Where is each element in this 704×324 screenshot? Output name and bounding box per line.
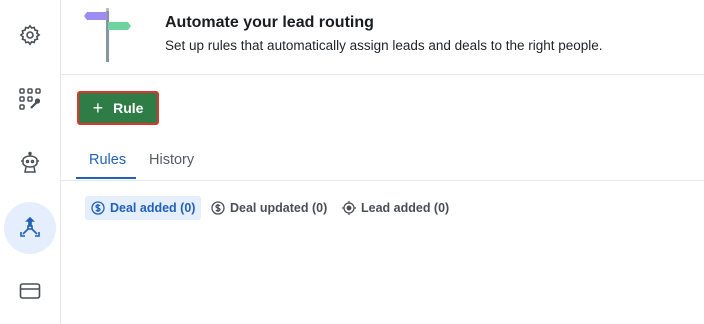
apps-tools-icon [19,88,41,110]
plus-icon: + [92,98,104,118]
banner-title: Automate your lead routing [165,14,374,31]
signpost-icon [84,8,131,62]
active-tab-indicator [76,177,136,179]
add-rule-label: Rule [113,100,144,116]
routing-icon [20,216,40,237]
filter-label: Lead added (0) [361,201,450,215]
sidebar-item-apps[interactable] [4,73,56,125]
sidebar-item-routing[interactable] [4,202,56,254]
dollar-icon [211,201,225,215]
target-icon [342,201,356,215]
tab-bar: Rules History [61,143,704,181]
sidebar-item-settings[interactable] [4,9,56,61]
filter-deal-added[interactable]: Deal added (0) [85,196,202,220]
gear-icon [19,24,41,46]
credit-card-icon [19,283,41,299]
robot-icon [21,151,39,173]
tab-rules[interactable]: Rules [89,152,126,168]
filter-lead-added[interactable]: Lead added (0) [336,196,455,220]
add-rule-button[interactable]: + Rule [77,91,159,125]
sidebar-item-billing[interactable] [4,265,56,317]
sidebar-item-bots[interactable] [4,137,56,189]
tab-history[interactable]: History [149,152,194,168]
banner-subtitle: Set up rules that automatically assign l… [165,38,603,53]
info-banner: Automate your lead routing Set up rules … [61,0,704,75]
filter-label: Deal updated (0) [230,201,328,215]
filter-deal-updated[interactable]: Deal updated (0) [205,196,333,220]
filter-label: Deal added (0) [110,201,196,215]
main-panel: Automate your lead routing Set up rules … [61,0,704,324]
dollar-icon [91,201,105,215]
sidebar [0,0,61,324]
